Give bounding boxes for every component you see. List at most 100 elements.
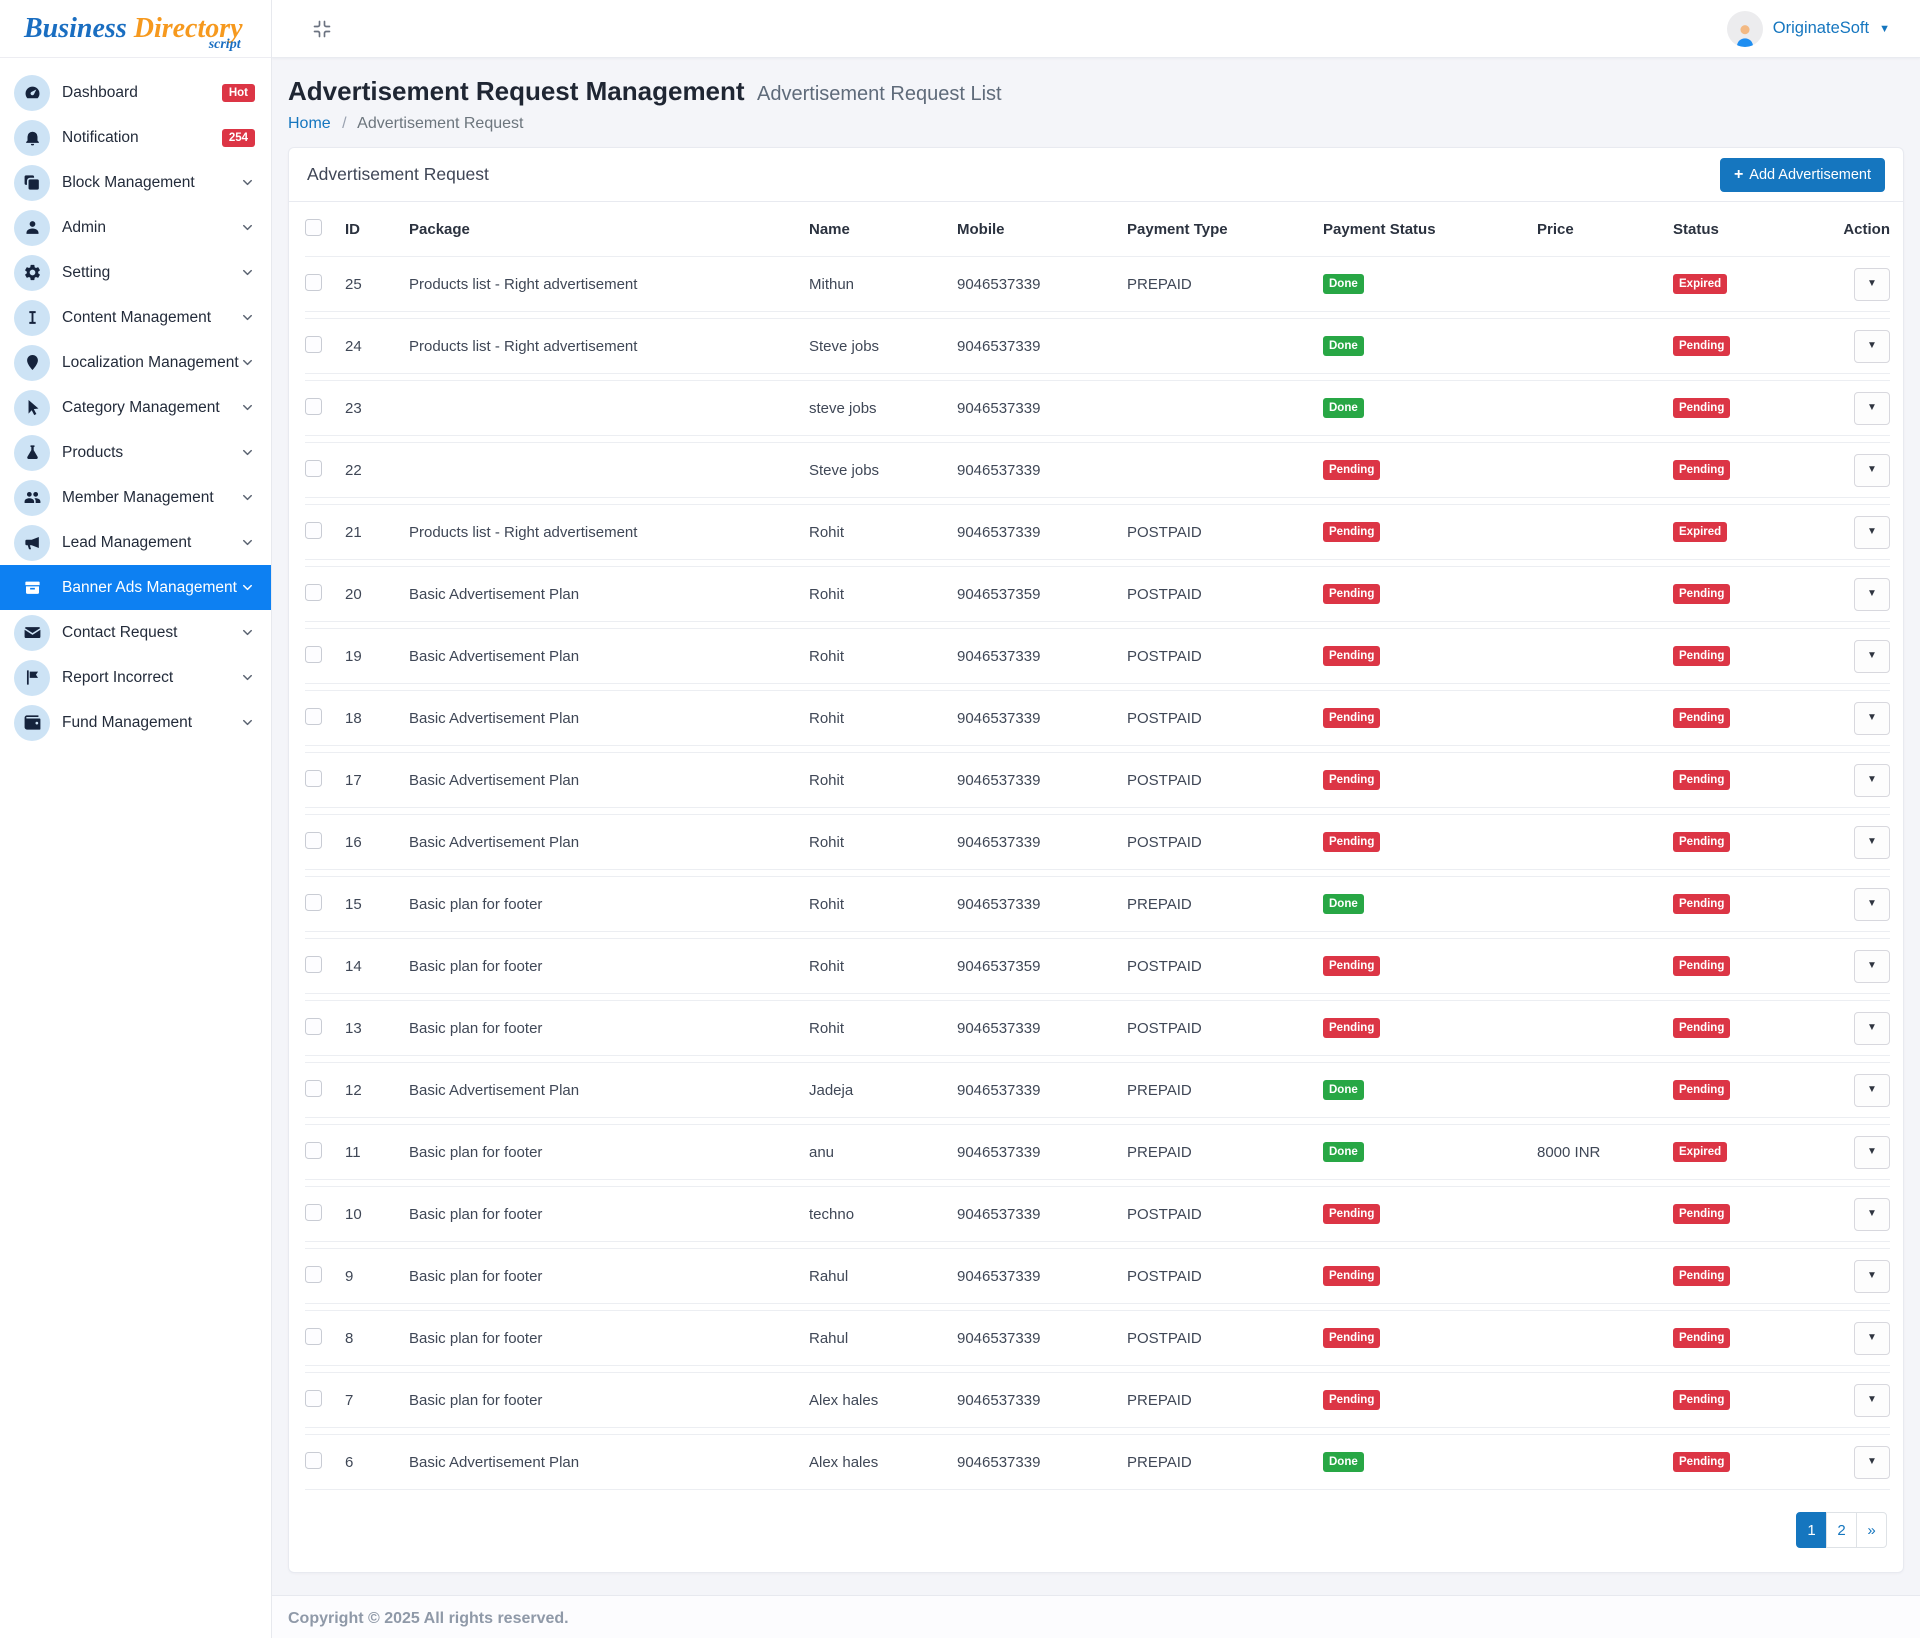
sidebar-item-setting[interactable]: Setting [0, 250, 271, 295]
cell-status: Pending [1673, 876, 1830, 932]
row-select-cell [305, 814, 345, 870]
row-checkbox[interactable] [305, 1266, 322, 1283]
row-checkbox[interactable] [305, 1328, 322, 1345]
cell-mobile: 9046537339 [957, 1186, 1127, 1242]
sidebar-item-category-management[interactable]: Category Management [0, 385, 271, 430]
row-action-dropdown-button[interactable]: ▼ [1854, 1198, 1890, 1231]
cell-status: Pending [1673, 752, 1830, 808]
sidebar-item-content-management[interactable]: Content Management [0, 295, 271, 340]
cell-package: Basic plan for footer [409, 1310, 809, 1366]
cell-package: Basic plan for footer [409, 1124, 809, 1180]
cell-package: Basic Advertisement Plan [409, 690, 809, 746]
caret-down-icon: ▼ [1867, 1022, 1877, 1033]
row-action-dropdown-button[interactable]: ▼ [1854, 640, 1890, 673]
cell-name: Rohit [809, 690, 957, 746]
sidebar-item-dashboard[interactable]: DashboardHot [0, 70, 271, 115]
row-action-dropdown-button[interactable]: ▼ [1854, 1446, 1890, 1479]
row-checkbox[interactable] [305, 1080, 322, 1097]
row-action-dropdown-button[interactable]: ▼ [1854, 1074, 1890, 1107]
row-checkbox[interactable] [305, 770, 322, 787]
row-checkbox[interactable] [305, 646, 322, 663]
row-action-dropdown-button[interactable]: ▼ [1854, 1384, 1890, 1417]
row-action-dropdown-button[interactable]: ▼ [1854, 392, 1890, 425]
row-action-dropdown-button[interactable]: ▼ [1854, 1012, 1890, 1045]
sidebar-item-report-incorrect[interactable]: Report Incorrect [0, 655, 271, 700]
cell-payment-status: Done [1323, 380, 1537, 436]
row-action-dropdown-button[interactable]: ▼ [1854, 516, 1890, 549]
caret-down-icon: ▼ [1867, 1394, 1877, 1405]
row-select-cell [305, 1434, 345, 1490]
row-checkbox[interactable] [305, 398, 322, 415]
caret-down-icon: ▼ [1867, 588, 1877, 599]
row-checkbox[interactable] [305, 1018, 322, 1035]
sidebar-item-admin[interactable]: Admin [0, 205, 271, 250]
sidebar-item-contact-request[interactable]: Contact Request [0, 610, 271, 655]
table-row: 16Basic Advertisement PlanRohit904653733… [305, 814, 1890, 870]
row-action-dropdown-button[interactable]: ▼ [1854, 764, 1890, 797]
row-checkbox[interactable] [305, 336, 322, 353]
cell-package: Basic Advertisement Plan [409, 566, 809, 622]
sidebar-item-products[interactable]: Products [0, 430, 271, 475]
row-action-dropdown-button[interactable]: ▼ [1854, 454, 1890, 487]
cell-name: Alex hales [809, 1372, 957, 1428]
cell-id: 14 [345, 938, 409, 994]
logo[interactable]: Business Directory script [0, 0, 271, 58]
caret-down-icon: ▼ [1867, 1146, 1877, 1157]
row-action-dropdown-button[interactable]: ▼ [1854, 330, 1890, 363]
cell-status: Pending [1673, 814, 1830, 870]
row-action-dropdown-button[interactable]: ▼ [1854, 826, 1890, 859]
sidebar-item-block-management[interactable]: Block Management [0, 160, 271, 205]
sidebar-item-localization-management[interactable]: Localization Management [0, 340, 271, 385]
cell-name: techno [809, 1186, 957, 1242]
chevron-down-icon [240, 310, 255, 325]
column-header-id: ID [345, 208, 409, 250]
row-select-cell [305, 752, 345, 808]
compress-icon[interactable] [312, 19, 332, 39]
row-action-dropdown-button[interactable]: ▼ [1854, 578, 1890, 611]
row-checkbox[interactable] [305, 460, 322, 477]
sidebar-item-banner-ads-management[interactable]: Banner Ads Management [0, 565, 271, 610]
sidebar-item-lead-management[interactable]: Lead Management [0, 520, 271, 565]
row-checkbox[interactable] [305, 274, 322, 291]
map-pin-icon [14, 345, 50, 381]
pagination-page-1[interactable]: 1 [1796, 1512, 1827, 1548]
row-action-dropdown-button[interactable]: ▼ [1854, 950, 1890, 983]
row-checkbox[interactable] [305, 584, 322, 601]
row-checkbox[interactable] [305, 1142, 322, 1159]
row-action-dropdown-button[interactable]: ▼ [1854, 1260, 1890, 1293]
cell-status: Expired [1673, 256, 1830, 312]
select-all-checkbox[interactable] [305, 219, 322, 236]
row-action-dropdown-button[interactable]: ▼ [1854, 1136, 1890, 1169]
cell-payment-status: Done [1323, 256, 1537, 312]
cell-id: 13 [345, 1000, 409, 1056]
breadcrumb-home-link[interactable]: Home [288, 115, 331, 132]
row-checkbox[interactable] [305, 708, 322, 725]
sidebar-item-notification[interactable]: Notification254 [0, 115, 271, 160]
pagination-next-button[interactable]: » [1856, 1512, 1887, 1548]
row-action-dropdown-button[interactable]: ▼ [1854, 1322, 1890, 1355]
row-checkbox[interactable] [305, 894, 322, 911]
cell-payment-status: Done [1323, 1434, 1537, 1490]
pending-badge: Pending [1673, 832, 1730, 852]
table-row: 15Basic plan for footerRohit9046537339PR… [305, 876, 1890, 932]
row-action-dropdown-button[interactable]: ▼ [1854, 888, 1890, 921]
row-checkbox[interactable] [305, 1204, 322, 1221]
row-action-dropdown-button[interactable]: ▼ [1854, 268, 1890, 301]
row-checkbox[interactable] [305, 522, 322, 539]
sidebar: Business Directory script DashboardHotNo… [0, 0, 272, 1638]
cell-id: 16 [345, 814, 409, 870]
sidebar-item-member-management[interactable]: Member Management [0, 475, 271, 520]
add-advertisement-button[interactable]: + Add Advertisement [1720, 158, 1885, 192]
cell-price [1537, 1310, 1673, 1366]
row-checkbox[interactable] [305, 956, 322, 973]
row-checkbox[interactable] [305, 832, 322, 849]
sidebar-item-fund-management[interactable]: Fund Management [0, 700, 271, 745]
pagination-page-2[interactable]: 2 [1826, 1512, 1857, 1548]
cell-status: Expired [1673, 1124, 1830, 1180]
user-menu[interactable]: OriginateSoft ▼ [1727, 11, 1890, 47]
row-checkbox[interactable] [305, 1390, 322, 1407]
row-action-dropdown-button[interactable]: ▼ [1854, 702, 1890, 735]
row-checkbox[interactable] [305, 1452, 322, 1469]
sidebar-item-label: Notification [62, 129, 222, 147]
pending-badge: Pending [1673, 708, 1730, 728]
